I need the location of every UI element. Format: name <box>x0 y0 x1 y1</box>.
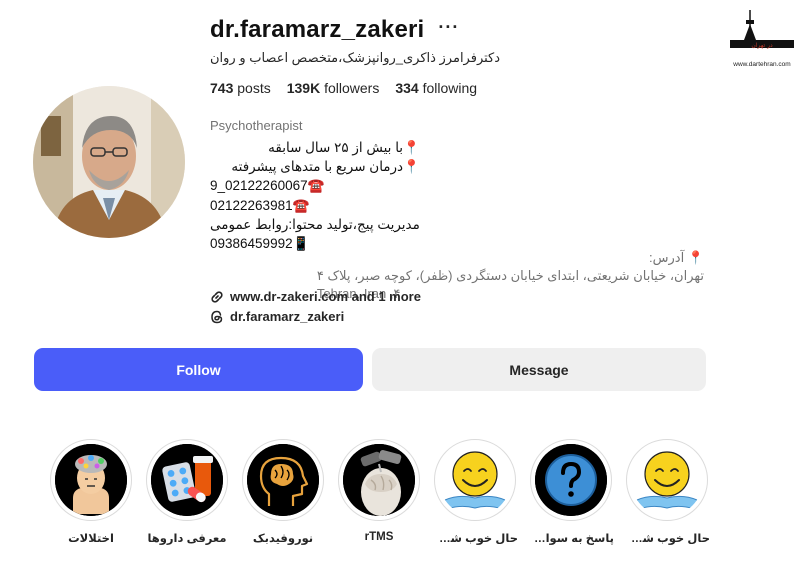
followers-stat[interactable]: 139K followers <box>287 80 380 96</box>
tower-logo-icon: در تهران <box>730 10 794 49</box>
bio-line: مدیریت پیج،تولید محتوا:روابط عمومی <box>210 216 420 232</box>
posts-stat: 743 posts <box>210 80 271 96</box>
highlight-label: اختلالات <box>68 533 114 545</box>
brain-stimulation-icon <box>343 444 415 516</box>
highlight-label: نوروفیدبک <box>252 533 314 545</box>
highlight-item[interactable]: پاسخ به سوالات <box>528 439 614 545</box>
watermark-brand: در تهران <box>751 42 773 49</box>
avatar-photo <box>33 86 185 238</box>
more-options-button[interactable]: ··· <box>438 17 459 38</box>
profile-full-name: دکترفرامرز ذاکری_روانپزشک،متخصص اعصاب و … <box>210 50 501 65</box>
highlight-item[interactable]: نوروفیدبک <box>240 439 326 545</box>
question-icon <box>535 444 607 516</box>
website-link-text: www.dr-zakeri.com and 1 more <box>230 289 421 304</box>
highlight-label: معرفی داروها <box>147 533 227 545</box>
watermark-logo: در تهران www.dartehran.com <box>728 8 796 68</box>
profile-category: Psychotherapist <box>210 118 303 133</box>
address-title: 📍 آدرس: <box>649 250 704 265</box>
following-label: following <box>422 80 478 96</box>
highlight-item[interactable]: اختلالات <box>48 439 134 545</box>
profile-avatar[interactable] <box>33 86 185 238</box>
bio-line: 02122263981☎️ <box>210 197 310 213</box>
highlight-label: rTMS <box>364 531 394 543</box>
highlight-label: پاسخ به سوالات <box>528 533 614 545</box>
following-stat[interactable]: 334 following <box>395 80 477 96</box>
highlight-item[interactable]: حال خوب شما(۲) <box>432 439 518 545</box>
profile-username: dr.faramarz_zakeri <box>210 16 425 43</box>
mind-disorder-icon <box>55 444 127 516</box>
bio-line: 📍با بیش از ۲۵ سال سابقه <box>268 140 420 155</box>
smiley-hand-icon <box>631 444 703 516</box>
threads-link-text: dr.faramarz_zakeri <box>230 309 345 324</box>
threads-link[interactable]: dr.faramarz_zakeri <box>210 309 344 324</box>
followers-label: followers <box>324 80 380 96</box>
followers-count: 139K <box>286 80 321 96</box>
address-line-fa: تهران، خیابان شریعتی، ابتدای خیابان دستگ… <box>316 268 704 283</box>
following-count: 334 <box>395 80 419 96</box>
watermark-url: www.dartehran.com <box>733 61 791 68</box>
pills-icon <box>151 444 223 516</box>
follow-button[interactable]: Follow <box>34 348 363 391</box>
threads-icon <box>211 310 223 323</box>
highlight-item[interactable]: معرفی داروها <box>144 439 230 545</box>
profile-stats: 743 posts 139K followers 334 following <box>210 80 477 96</box>
bio-line: 📍درمان سریع با متدهای پیشرفته <box>231 159 420 175</box>
message-button[interactable]: Message <box>372 348 706 391</box>
brain-head-icon <box>247 444 319 516</box>
posts-label: posts <box>237 80 271 96</box>
story-highlights: اختلالات معرفی داروها نوروفیدبک rTMS حال… <box>40 439 720 559</box>
highlight-item[interactable]: حال خوب شما... <box>624 439 710 545</box>
highlight-label: حال خوب شما... <box>624 533 710 545</box>
smiley-hand-icon <box>439 444 511 516</box>
link-icon <box>211 290 223 303</box>
website-link[interactable]: www.dr-zakeri.com and 1 more <box>210 289 421 304</box>
highlight-label: حال خوب شما(۲) <box>432 533 518 545</box>
posts-count: 743 <box>210 80 234 96</box>
highlight-item[interactable]: rTMS <box>336 439 422 543</box>
username-row: dr.faramarz_zakeri ··· <box>210 16 459 44</box>
bio-line: 9_02122260067☎️ <box>210 178 325 194</box>
profile-bio: 📍با بیش از ۲۵ سال سابقه 📍درمان سریع با م… <box>210 138 420 253</box>
